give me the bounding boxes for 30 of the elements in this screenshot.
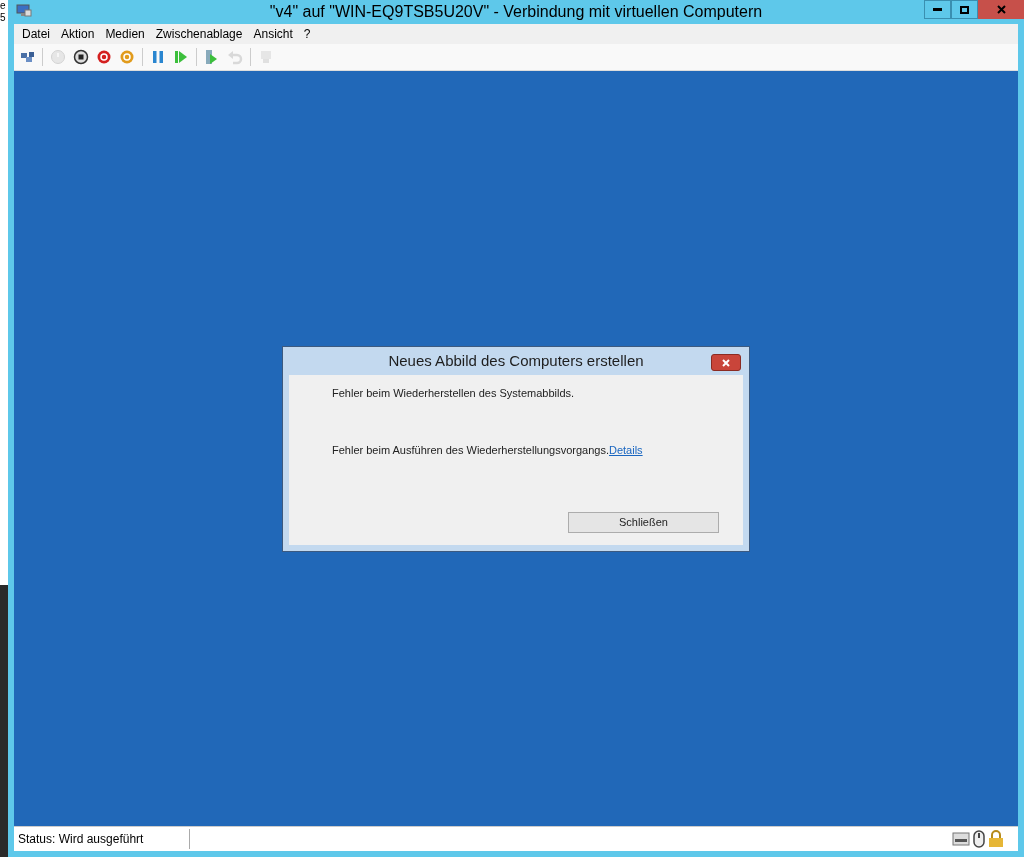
power-icon[interactable] xyxy=(119,49,135,65)
menu-item[interactable]: Aktion xyxy=(56,25,100,43)
details-link[interactable]: Details xyxy=(609,441,643,458)
stop-icon[interactable] xyxy=(73,49,89,65)
close-dialog-button[interactable]: Schließen xyxy=(568,512,719,533)
keyboard-icon xyxy=(952,831,970,847)
menu-item[interactable]: Medien xyxy=(100,25,150,43)
menu-item[interactable]: ? xyxy=(298,25,316,43)
background-window-text: 5 xyxy=(0,12,7,24)
error-detail: Fehler beim Ausführen des Wiederherstellungsvorgangs. xyxy=(332,442,609,458)
menu-item[interactable]: Datei xyxy=(17,25,55,43)
close-button[interactable] xyxy=(978,0,1024,19)
keys-icon[interactable] xyxy=(19,49,35,65)
error-message: Fehler beim Wiederherstellen des Systemabbilds. xyxy=(332,386,576,401)
close-icon xyxy=(996,5,1006,14)
power-icon[interactable] xyxy=(96,49,112,65)
mouse-icon xyxy=(972,830,986,848)
status-text: Status: Wird ausgeführt xyxy=(14,829,190,849)
window-title: "v4" auf "WIN-EQ9TSB5U20V" - Verbindung mit virtuellen Computern xyxy=(268,2,764,22)
close-icon xyxy=(722,358,730,367)
dialog-title: Neues Abbild des Computers erstellen xyxy=(387,350,645,371)
background-window-text: e xyxy=(0,0,7,12)
lock-icon xyxy=(988,830,1004,848)
menu-item[interactable]: Ansicht xyxy=(248,25,298,43)
close-button[interactable] xyxy=(711,354,741,371)
menu-item[interactable]: Zwischenablage xyxy=(150,25,248,43)
minimize-button[interactable] xyxy=(924,0,951,19)
pause-icon[interactable] xyxy=(150,49,166,65)
play-icon[interactable] xyxy=(173,49,189,65)
maximize-button[interactable] xyxy=(951,0,978,19)
